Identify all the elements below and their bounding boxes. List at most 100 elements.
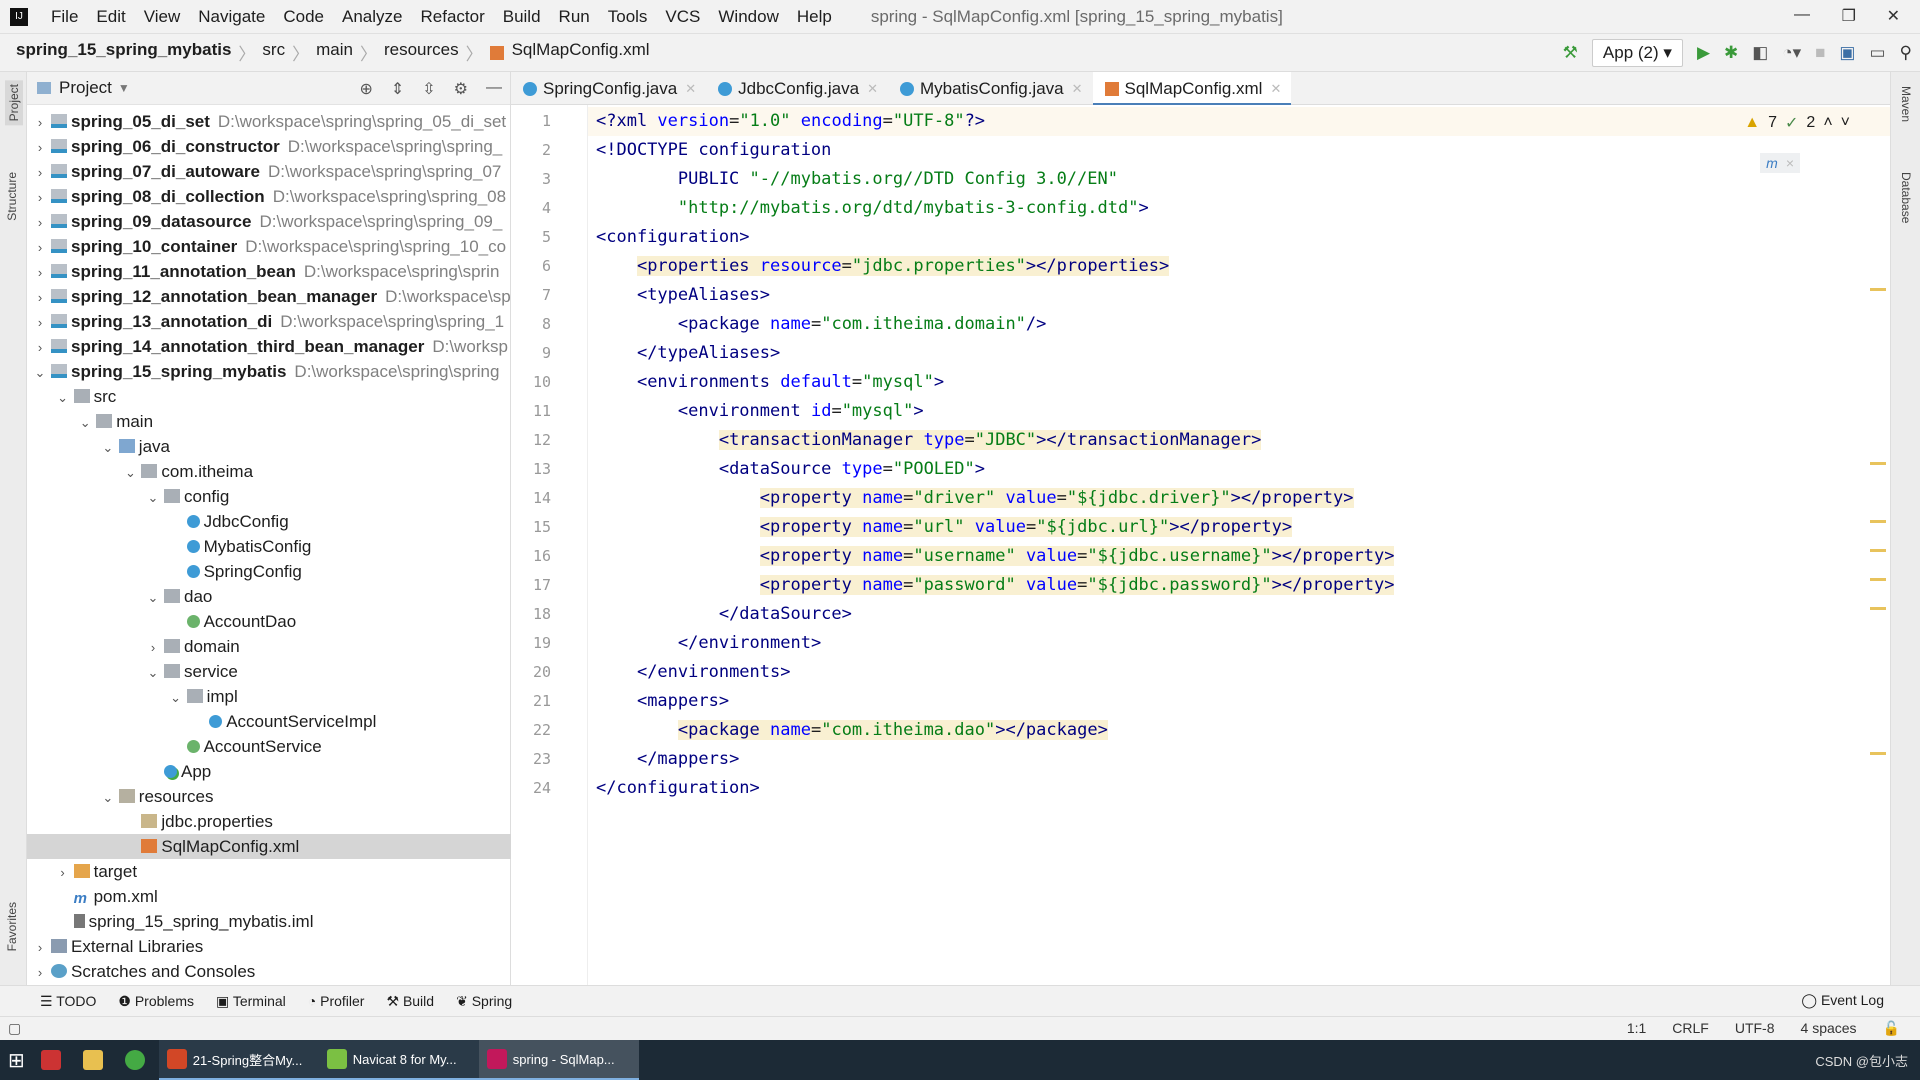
tree-item[interactable]: spring_15_spring_mybatis.iml <box>27 909 511 934</box>
chevron-down-icon[interactable]: ⌄ <box>99 785 117 809</box>
chevron-right-icon[interactable]: › <box>31 210 49 234</box>
warning-marker[interactable] <box>1870 288 1886 291</box>
chevron-down-icon[interactable]: ⌄ <box>144 485 162 509</box>
tree-item[interactable]: › spring_09_datasource D:\workspace\spring… <box>27 209 511 234</box>
next-highlight-icon[interactable]: ˅ <box>1841 114 1850 132</box>
code-line[interactable]: <environments default="mysql"> <box>596 368 944 397</box>
terminal-window-icon[interactable]: ▭ <box>1869 43 1885 63</box>
search-icon[interactable]: ⚲ <box>1900 43 1912 63</box>
tool-build[interactable]: ⚒ Build <box>386 993 434 1010</box>
chevron-right-icon[interactable]: › <box>31 310 49 334</box>
code-line[interactable]: <package name="com.itheima.dao"></packag… <box>596 716 1108 745</box>
chevron-right-icon[interactable]: › <box>31 185 49 209</box>
breadcrumb-item[interactable]: spring_15_spring_mybatis <box>12 40 235 65</box>
taskbar-powerpoint[interactable]: 21-Spring整合My... <box>158 1040 319 1080</box>
menu-vcs[interactable]: VCS <box>656 7 709 27</box>
tree-item[interactable]: JdbcConfig <box>27 509 511 534</box>
code-line[interactable]: <property name="password" value="${jdbc.… <box>596 571 1395 600</box>
code-line[interactable]: PUBLIC "-//mybatis.org//DTD Config 3.0//… <box>596 165 1118 194</box>
code-line[interactable]: <package name="com.itheima.domain"/> <box>596 310 1047 339</box>
tree-item[interactable]: ⌄ com.itheima <box>27 459 511 484</box>
code-line[interactable]: </environment> <box>596 629 821 658</box>
code-line[interactable]: </mappers> <box>596 745 739 774</box>
tree-item[interactable]: ⌄ java <box>27 434 511 459</box>
chevron-down-icon[interactable]: ⌄ <box>121 460 139 484</box>
tool-profiler[interactable]: ◔ Profiler <box>308 993 365 1009</box>
chevron-right-icon[interactable]: › <box>31 335 49 359</box>
code-line[interactable]: </dataSource> <box>596 600 852 629</box>
code-line[interactable]: <typeAliases> <box>596 281 770 310</box>
menu-file[interactable]: File <box>42 7 87 27</box>
tree-item[interactable]: ⌄ dao <box>27 584 511 609</box>
chevron-down-icon[interactable]: ⌄ <box>99 435 117 459</box>
tree-item[interactable]: › spring_08_di_collection D:\workspace\spr… <box>27 184 511 209</box>
menu-view[interactable]: View <box>135 7 190 27</box>
menu-build[interactable]: Build <box>494 7 550 27</box>
close-button[interactable]: ✕ <box>1887 6 1900 26</box>
coverage-icon[interactable]: ◧ <box>1752 43 1768 63</box>
code-line[interactable]: </configuration> <box>596 774 760 803</box>
file-explorer-icon[interactable] <box>75 1040 117 1080</box>
chevron-right-icon[interactable]: › <box>31 260 49 284</box>
tree-item[interactable]: App <box>27 759 511 784</box>
chevron-down-icon[interactable]: ⌄ <box>144 585 162 609</box>
collapse-all-icon[interactable]: ⇳ <box>422 79 435 99</box>
tree-item[interactable]: ⌄ impl <box>27 684 511 709</box>
expand-all-icon[interactable]: ⇕ <box>391 79 404 99</box>
warning-marker[interactable] <box>1870 752 1886 755</box>
file-encoding[interactable]: UTF-8 <box>1735 1020 1775 1037</box>
tool-problems[interactable]: ❶ Problems <box>118 993 194 1010</box>
project-view-select[interactable]: Project <box>59 78 112 98</box>
tab-springconfig-java[interactable]: SpringConfig.java ✕ <box>511 72 706 105</box>
profile-icon[interactable]: ◔▾ <box>1782 43 1801 63</box>
chevron-right-icon[interactable]: › <box>31 160 49 184</box>
menu-window[interactable]: Window <box>709 7 787 27</box>
tree-item[interactable]: ⌄ main <box>27 409 511 434</box>
taskbar-navicat[interactable]: Navicat 8 for My... <box>318 1040 479 1080</box>
caret-position[interactable]: 1:1 <box>1627 1020 1646 1037</box>
warning-marker[interactable] <box>1870 520 1886 523</box>
menu-tools[interactable]: Tools <box>599 7 657 27</box>
tree-item[interactable]: › spring_13_annotation_di D:\workspace\spr… <box>27 309 511 334</box>
code-line[interactable]: <dataSource type="POOLED"> <box>596 455 985 484</box>
database-tool-button[interactable]: Database <box>1899 172 1913 223</box>
tree-item[interactable]: › domain <box>27 634 511 659</box>
close-tab-icon[interactable]: ✕ <box>867 81 878 97</box>
prev-highlight-icon[interactable]: ˄ <box>1823 114 1832 132</box>
chevron-right-icon[interactable]: › <box>31 235 49 259</box>
tree-item[interactable]: m pom.xml <box>27 884 511 909</box>
windows-start-icon[interactable]: ⊞ <box>0 1040 33 1080</box>
warning-marker[interactable] <box>1870 607 1886 610</box>
code-line[interactable]: <mappers> <box>596 687 729 716</box>
code-line[interactable]: <?xml version="1.0" encoding="UTF-8"?> <box>588 107 1890 136</box>
project-tool-button[interactable]: Project <box>5 80 23 126</box>
code-line[interactable]: "http://mybatis.org/dtd/mybatis-3-config… <box>596 194 1149 223</box>
structure-tool-button[interactable]: Structure <box>5 172 19 221</box>
tree-item[interactable]: › Scratches and Consoles <box>27 959 511 984</box>
tree-item[interactable]: › spring_06_di_constructor D:\workspace\sp… <box>27 134 511 159</box>
code-line[interactable]: <property name="username" value="${jdbc.… <box>596 542 1395 571</box>
tab-sqlmapconfig-xml[interactable]: SqlMapConfig.xml ✕ <box>1092 72 1292 106</box>
menu-navigate[interactable]: Navigate <box>189 7 274 27</box>
tool-spring[interactable]: ❦ Spring <box>456 993 512 1010</box>
tab-jdbcconfig-java[interactable]: JdbcConfig.java ✕ <box>706 72 888 105</box>
tree-item[interactable]: › External Libraries <box>27 934 511 959</box>
project-structure-icon[interactable]: ▣ <box>1839 43 1855 63</box>
tool-terminal[interactable]: ▣ Terminal <box>216 993 286 1010</box>
chevron-right-icon[interactable]: › <box>31 110 49 134</box>
run-config-select[interactable]: App (2) ▾ <box>1591 39 1683 67</box>
menu-run[interactable]: Run <box>550 7 599 27</box>
chevron-right-icon[interactable]: › <box>31 135 49 159</box>
tree-item[interactable]: › spring_10_container D:\workspace\spring\… <box>27 234 511 259</box>
breadcrumb-item[interactable]: SqlMapConfig.xml <box>508 40 654 65</box>
menu-refactor[interactable]: Refactor <box>411 7 493 27</box>
chevron-down-icon[interactable]: ⌄ <box>54 385 72 409</box>
code-line[interactable]: <property name="url" value="${jdbc.url}"… <box>596 513 1293 542</box>
close-tab-icon[interactable]: ✕ <box>1270 81 1281 97</box>
run-icon[interactable]: ▶ <box>1697 43 1710 63</box>
chevron-down-icon[interactable]: ⌄ <box>167 685 185 709</box>
code-line[interactable]: <properties resource="jdbc.properties"><… <box>596 252 1170 281</box>
tool-todo[interactable]: ☰ TODO <box>40 993 96 1010</box>
code-editor[interactable]: 1 2 3 4 5 6 7 8 9 10 11 12 13 14 15 16 17 18 19 20 21 22 23 24 … <box>511 105 1890 985</box>
chevron-right-icon[interactable]: › <box>31 960 49 984</box>
